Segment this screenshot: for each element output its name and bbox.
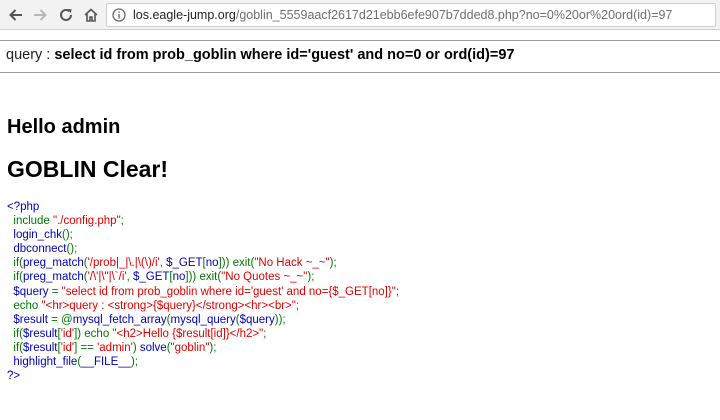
code-token: ] == [74,341,98,354]
code-line: <?php [7,200,715,214]
code-line: ?> [7,369,715,383]
code-token: highlight_file [7,356,78,369]
query-value: select id from prob_goblin where id='gue… [54,47,515,63]
code-token: ])) exit( [218,257,255,270]
code-token: no [172,271,186,284]
forward-arrow-icon[interactable] [30,5,50,25]
code-token: $result [22,327,58,340]
code-token: ])) exit( [185,271,222,284]
query-line: query : select id from prob_goblin where… [6,47,514,63]
code-line: include "./config.php"; [7,214,715,228]
code-token: (); [61,229,73,242]
code-token: <?php [7,201,40,213]
info-icon[interactable] [112,8,126,22]
code-token: preg_match [22,271,84,284]
url-text[interactable]: los.eagle-jump.org/goblin_5559aacf2617d2… [133,7,672,23]
code-line: if($result['id']) echo "<h2>Hello {$resu… [7,327,715,341]
code-token: = [51,285,62,298]
code-token: "select id from prob_goblin where id='gu… [61,285,396,298]
query-label: query : [6,47,55,63]
code-token: if( [7,257,23,270]
clear-heading: GOBLIN Clear! [7,156,169,182]
code-token: __FILE__ [81,356,132,369]
code-token: preg_match [22,257,84,270]
code-line: login_chk(); [7,228,715,242]
code-token: ; [295,299,300,312]
top-horizontal-rule [0,40,720,41]
code-token: ; [395,285,400,298]
code-token: echo [7,299,42,312]
code-token: ) [132,341,140,354]
reload-icon[interactable] [56,5,76,25]
code-token: include [7,215,54,228]
code-token: 'admin' [97,341,133,354]
code-token: ); [307,271,315,284]
code-token: $result [7,313,52,326]
code-line: $result = @mysql_fetch_array(mysql_query… [7,313,715,327]
code-token: ; [120,215,124,228]
code-line: $query = "select id from prob_goblin whe… [7,285,715,299]
back-arrow-icon[interactable] [6,5,26,25]
code-line: highlight_file(__FILE__); [7,355,715,369]
address-bar[interactable]: los.eagle-jump.org/goblin_5559aacf2617d2… [106,3,716,27]
code-token: no [205,257,219,270]
code-token: $_GET [132,271,170,284]
code-token: if( [7,341,23,354]
code-token: ]) echo [74,327,113,340]
url-path: /goblin_5559aacf2617d21ebb6efe907b7dded8… [235,8,673,22]
code-token: $_GET [166,257,203,270]
code-token: ; [263,327,267,340]
code-token: "goblin" [170,341,210,354]
code-line: if(preg_match('/\'|\"|\`/i', $_GET[no]))… [7,270,715,284]
code-token: )); [274,313,286,326]
code-line: echo "<hr>query : <strong>{$query}</stro… [7,299,715,313]
browser-toolbar: los.eagle-jump.org/goblin_5559aacf2617d2… [0,0,720,30]
hello-heading: Hello admin [7,116,121,138]
code-line: if($result['id'] == 'admin') solve("gobl… [7,341,715,355]
php-source-code: <?php include "./config.php"; login_chk(… [7,200,715,383]
code-token: if( [7,327,23,340]
code-token: "./config.php" [53,215,121,228]
bottom-horizontal-rule [0,72,720,73]
code-token: 'id' [60,341,75,354]
code-token: '/\'|\"|\`/i' [87,271,127,284]
code-token: $result [22,341,58,354]
code-token: "No Quotes ~_~" [221,271,308,284]
code-line: dbconnect(); [7,242,715,256]
code-token: ?> [7,370,21,383]
url-host: los.eagle-jump.org [133,8,236,22]
code-line: if(preg_match('/prob|_|\.|\(\)/i', $_GET… [7,256,715,270]
code-token: "<hr>query : <strong>{$query}</strong><h… [41,299,296,312]
code-token: (); [66,243,78,256]
code-token: $query [239,313,275,326]
code-token: ); [329,257,337,270]
code-token: mysql_fetch_array [72,313,167,326]
home-icon[interactable] [81,5,101,25]
code-token: 'id' [60,327,75,340]
code-token: '/prob|_|\.|\(\)/i' [87,257,160,270]
code-token: ); [131,356,139,369]
code-token: = @ [51,313,73,326]
code-token: $query [7,285,52,298]
code-token: login_chk [7,229,62,242]
code-token: "<h2>Hello {$result[id]}</h2>" [112,327,264,340]
code-token: solve [139,341,167,354]
code-token: ); [209,341,217,354]
code-token: dbconnect [7,243,67,256]
code-token: "No Hack ~_~" [254,257,330,270]
code-token: mysql_query [170,313,236,326]
code-token: if( [7,271,23,284]
